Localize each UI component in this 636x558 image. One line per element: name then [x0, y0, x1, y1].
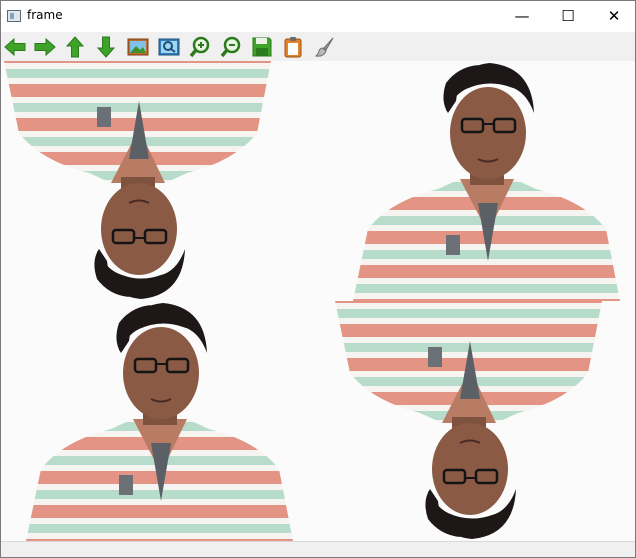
save-image-button[interactable] [250, 35, 274, 59]
save-icon [252, 37, 272, 57]
properties-button[interactable] [312, 35, 336, 59]
pan-left-button[interactable] [3, 35, 27, 59]
zoom-out-icon [220, 36, 241, 58]
image-quadrant-top-left [1, 61, 318, 301]
arrow-up-icon [65, 36, 85, 58]
image-quadrant-bottom-right [318, 301, 635, 541]
title-bar[interactable]: frame — ☐ ✕ [1, 1, 635, 32]
app-window: frame — ☐ ✕ [0, 0, 636, 558]
window-app-icon [7, 10, 21, 22]
window-title: frame [27, 8, 63, 22]
zoom-original-button[interactable] [157, 35, 181, 59]
zoom-out-button[interactable] [219, 35, 243, 59]
arrow-left-icon [4, 37, 26, 57]
maximize-button[interactable]: ☐ [545, 1, 591, 32]
arrow-down-icon [96, 36, 116, 58]
toolbar [1, 32, 635, 61]
zoom-fit-button[interactable] [126, 35, 150, 59]
pan-right-button[interactable] [33, 35, 57, 59]
pan-up-button[interactable] [63, 35, 87, 59]
zoom-in-icon [189, 36, 210, 58]
zoom-original-icon [158, 38, 180, 56]
image-canvas[interactable] [1, 61, 635, 541]
status-bar [1, 541, 635, 557]
zoom-in-button[interactable] [188, 35, 212, 59]
minimize-button[interactable]: — [499, 1, 545, 32]
image-quadrant-top-right [318, 61, 635, 301]
copy-image-button[interactable] [281, 35, 305, 59]
image-icon [127, 38, 149, 56]
pan-down-button[interactable] [94, 35, 118, 59]
clipboard-icon [284, 37, 302, 58]
arrow-right-icon [34, 37, 56, 57]
brush-icon [314, 37, 334, 57]
close-button[interactable]: ✕ [591, 1, 635, 32]
image-quadrant-bottom-left [1, 301, 318, 541]
